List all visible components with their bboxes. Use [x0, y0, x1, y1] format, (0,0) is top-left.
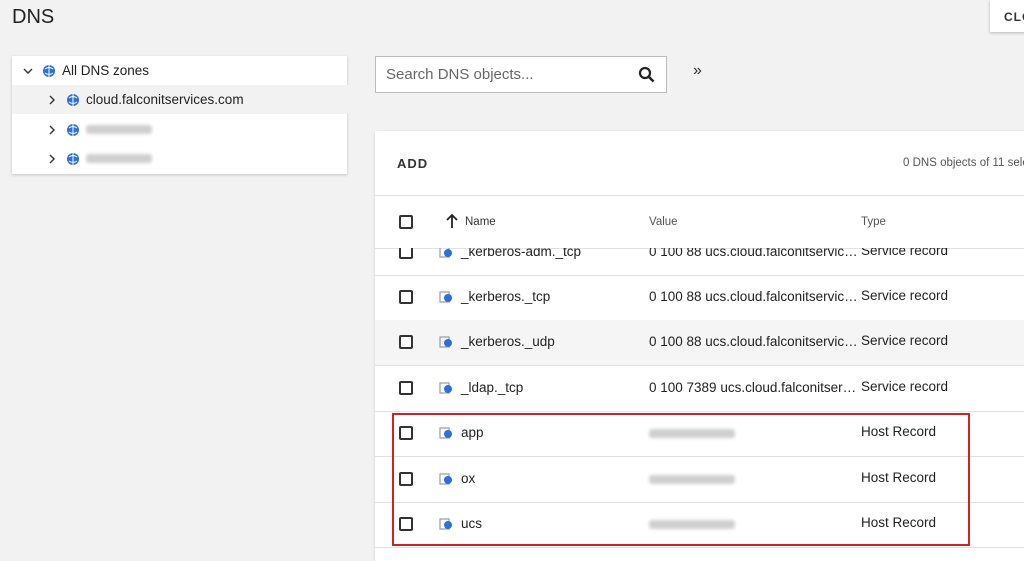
- page-title: DNS: [12, 6, 55, 28]
- row-checkbox[interactable]: [399, 248, 413, 259]
- chevron-double-right-icon[interactable]: »: [693, 62, 702, 80]
- record-name: _kerberos._udp: [461, 334, 555, 349]
- record-value: 0 100 88 ucs.cloud.falconitservices.com: [649, 289, 859, 304]
- chevron-down-icon[interactable]: [22, 65, 34, 77]
- chevron-right-icon[interactable]: [46, 153, 58, 165]
- row-checkbox[interactable]: [399, 381, 413, 395]
- record-value: 0 100 88 ucs.cloud.falconitservices.com: [649, 334, 859, 349]
- search-box[interactable]: Search DNS objects...: [375, 56, 667, 93]
- dns-record-icon: [439, 382, 452, 394]
- record-name: _ldap._tcp: [461, 380, 524, 395]
- record-type: Service record: [861, 248, 949, 258]
- dns-record-icon: [439, 291, 452, 303]
- tree-root-all-zones[interactable]: All DNS zones: [12, 56, 357, 85]
- chevron-right-icon[interactable]: [46, 94, 58, 106]
- row-checkbox[interactable]: [399, 335, 413, 349]
- tree-zone-label: cloud.falconitservices.com: [86, 92, 244, 107]
- globe-icon: [67, 152, 79, 165]
- dns-record-icon: [439, 336, 452, 348]
- globe-icon: [67, 93, 79, 106]
- record-type: Service record: [861, 288, 949, 303]
- dns-zone-tree: All DNS zones cloud.falconitservices.com: [12, 56, 381, 174]
- table-row[interactable]: _ldap._tcp 0 100 7389 ucs.cloud.falconit…: [375, 366, 1024, 412]
- column-header-name[interactable]: Name: [465, 216, 496, 228]
- table-row[interactable]: _kerberos-adm._tcp 0 100 88 ucs.cloud.fa…: [375, 248, 1024, 276]
- blurred-zone-label: [86, 154, 152, 163]
- add-button[interactable]: ADD: [397, 156, 428, 171]
- blurred-zone-label: [86, 125, 152, 134]
- selection-count: 0 DNS objects of 11 sele: [903, 157, 1024, 169]
- record-type: Service record: [861, 333, 949, 348]
- table-row[interactable]: _kerberos._tcp 0 100 88 ucs.cloud.falcon…: [375, 275, 1024, 321]
- search-input[interactable]: Search DNS objects...: [376, 66, 638, 83]
- globe-icon: [43, 64, 55, 77]
- record-type: Service record: [861, 379, 949, 394]
- table-header: Name Value Type: [375, 195, 1024, 249]
- record-value: 0 100 88 ucs.cloud.falconitservices.com: [649, 248, 859, 259]
- chevron-right-icon[interactable]: [46, 124, 58, 136]
- arrow-up-icon[interactable]: [445, 213, 459, 229]
- tree-zone-item[interactable]: cloud.falconitservices.com: [12, 85, 381, 114]
- select-all-checkbox[interactable]: [399, 215, 413, 229]
- column-header-type[interactable]: Type: [861, 216, 886, 228]
- highlight-box: [392, 413, 970, 546]
- tree-zone-item[interactable]: [12, 115, 381, 144]
- close-button[interactable]: CLO: [990, 0, 1024, 32]
- tree-root-label: All DNS zones: [62, 63, 150, 78]
- record-name: _kerberos-adm._tcp: [461, 248, 582, 259]
- globe-icon: [67, 123, 79, 136]
- record-name: _kerberos._tcp: [461, 289, 551, 304]
- tree-zone-item[interactable]: [12, 144, 381, 173]
- record-value: 0 100 7389 ucs.cloud.falconitservices.co…: [649, 380, 859, 395]
- column-header-value[interactable]: Value: [649, 216, 678, 228]
- row-checkbox[interactable]: [399, 290, 413, 304]
- table-row[interactable]: _kerberos._udp 0 100 88 ucs.cloud.falcon…: [375, 320, 1024, 366]
- dns-record-icon: [439, 248, 452, 258]
- search-icon[interactable]: [638, 66, 656, 84]
